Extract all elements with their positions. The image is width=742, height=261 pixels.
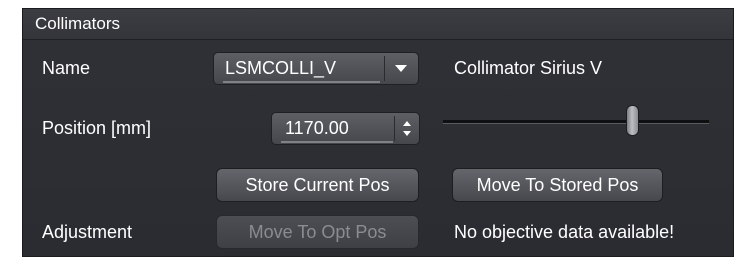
panel-header: Collimators [23,9,733,40]
dropdown-arrow-button[interactable] [385,53,418,84]
collimator-name-dropdown[interactable]: LSMCOLLI_V [213,52,419,85]
chevron-down-icon [395,65,407,72]
collimator-description: Collimator Sirius V [454,58,603,78]
collimator-name-value: LSMCOLLI_V [225,58,337,78]
position-label: Position [mm] [42,118,152,138]
position-slider-thumb[interactable] [626,105,639,136]
spinner-arrows-button[interactable] [395,113,419,144]
spin-underline [281,141,393,143]
panel-title: Collimators [35,14,121,33]
objective-status-text: No objective data available! [454,222,675,242]
store-current-pos-button[interactable]: Store Current Pos [216,168,419,202]
combo-underline [223,81,380,83]
position-value: 1170.00 [285,118,349,138]
position-slider-track[interactable] [443,120,709,124]
spinner-arrows-icon [403,121,411,136]
move-to-stored-pos-button[interactable]: Move To Stored Pos [452,168,663,202]
position-spinbox[interactable]: 1170.00 [271,112,420,145]
move-to-opt-pos-button[interactable]: Move To Opt Pos [216,215,419,249]
adjustment-label: Adjustment [42,222,133,242]
collimators-panel: Collimators Name LSMCOLLI_V Collimator S… [22,8,734,257]
name-label: Name [42,58,91,78]
